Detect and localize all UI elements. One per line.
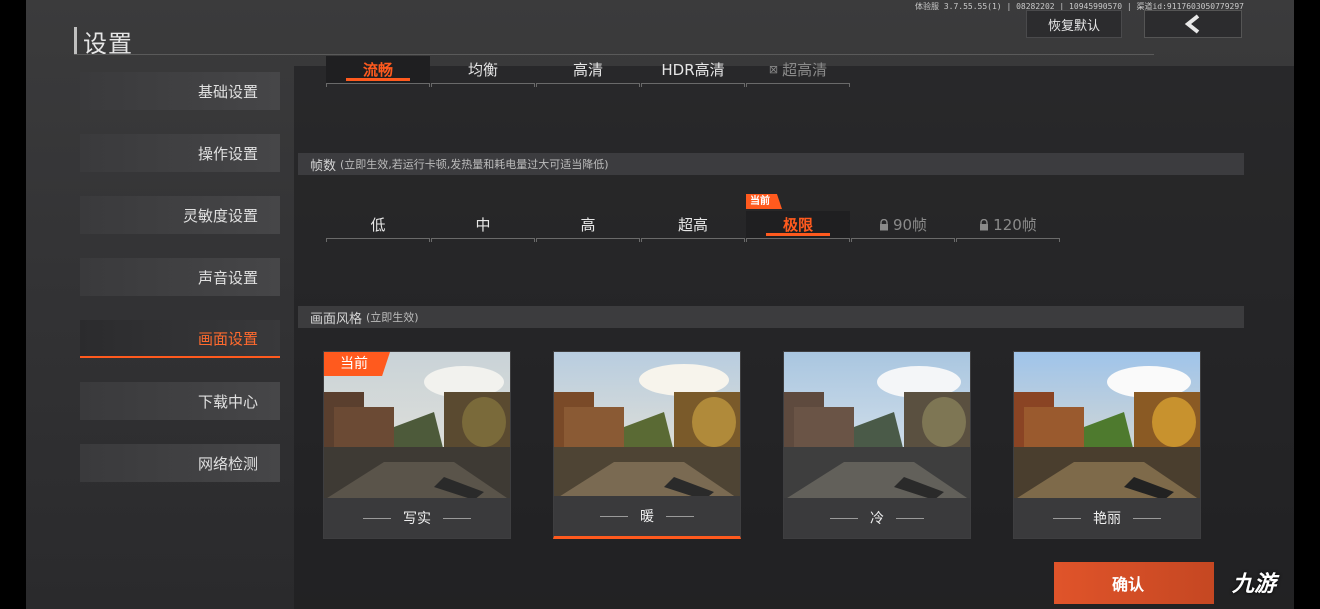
divider [363,517,391,519]
divider [666,515,694,517]
quality-option-ultra[interactable]: ⊠ 超高清 [746,56,850,87]
style-card-label: 冷 [784,498,970,538]
watermark-logo: 九游 [1232,566,1276,598]
divider [896,517,924,519]
style-card-warm[interactable]: 暖 [553,351,741,539]
quality-selector: 流畅 均衡 高清 HDR高清 ⊠ 超高清 [326,56,851,87]
selected-underline [766,233,830,236]
fps-option-label: 中 [475,216,491,234]
fps-option-label: 120帧 [993,216,1037,234]
fps-option-label: 极限 [782,216,813,234]
sidebar: 基础设置 操作设置 灵敏度设置 声音设置 画面设置 下载中心 网络检测 [80,72,280,506]
scene-preview-image [784,352,970,500]
fps-option-low[interactable]: 低 [326,211,430,242]
back-button[interactable] [1144,10,1242,38]
sidebar-item-graphics[interactable]: 画面设置 [80,320,280,358]
fps-option-medium[interactable]: 中 [431,211,535,242]
fps-option-ultra[interactable]: 超高 [641,211,745,242]
quality-option-hdr[interactable]: HDR高清 [641,56,745,87]
sidebar-item-controls[interactable]: 操作设置 [80,134,280,172]
sidebar-item-network[interactable]: 网络检测 [80,444,280,482]
divider [830,517,858,519]
quality-option-label: HDR高清 [661,61,725,79]
confirm-button[interactable]: 确认 [1054,562,1214,604]
style-card-realistic[interactable]: 当前 写实 [323,351,511,539]
sidebar-item-label: 灵敏度设置 [182,206,258,225]
sidebar-item-basic[interactable]: 基础设置 [80,72,280,110]
style-card-name: 冷 [870,511,884,527]
sidebar-item-label: 基础设置 [197,82,258,101]
style-card-name: 艳丽 [1093,511,1121,527]
style-card-label: 写实 [324,498,510,538]
sidebar-item-sensitivity[interactable]: 灵敏度设置 [80,196,280,234]
quality-option-hd[interactable]: 高清 [536,56,640,87]
divider [1133,517,1161,519]
sidebar-item-sound[interactable]: 声音设置 [80,258,280,296]
sidebar-item-download[interactable]: 下载中心 [80,382,280,420]
selected-underline [346,78,410,81]
style-card-vivid[interactable]: 艳丽 [1013,351,1201,539]
fps-section-header: 帧数 (立即生效,若运行卡顿,发热量和耗电量过大可适当降低) [298,153,1244,175]
title-accent-bar [74,27,77,55]
style-subtitle: (立即生效) [366,311,419,324]
sidebar-item-label: 画面设置 [197,329,258,348]
letterbox-right [1294,0,1320,609]
lock-icon [879,218,888,230]
style-card-label: 暖 [554,496,740,536]
lock-icon [980,218,989,230]
current-badge: 当前 [746,194,782,209]
quality-option-balanced[interactable]: 均衡 [431,56,535,87]
fps-option-90[interactable]: 90帧 [851,211,955,242]
back-arrow-icon [1184,14,1200,34]
page-title: 设置 [74,24,133,58]
style-section-header: 画面风格 (立即生效) [298,306,1244,328]
fps-option-120[interactable]: 120帧 [956,211,1060,242]
fps-option-label: 低 [370,216,386,234]
fps-option-label: 高 [580,216,596,234]
graphics-settings-panel: 流畅 均衡 高清 HDR高清 ⊠ 超高清 帧数 (立即生效,若运行卡顿,发热量和耗… [294,56,1294,609]
divider [443,517,471,519]
sidebar-item-label: 网络检测 [197,454,258,473]
style-card-cool[interactable]: 冷 [783,351,971,539]
fps-option-label: 超高 [677,216,708,234]
scene-preview-image [554,352,740,500]
style-card-name: 暖 [640,509,654,525]
fps-selector: 低 中 高 超高 当前 极限 90帧 120帧 [326,194,1061,242]
divider [600,515,628,517]
fps-option-extreme[interactable]: 当前 极限 [746,194,850,242]
quality-option-label: 超高清 [782,61,828,79]
fps-subtitle: (立即生效,若运行卡顿,发热量和耗电量过大可适当降低) [340,158,609,171]
quality-option-smooth[interactable]: 流畅 [326,56,430,87]
style-title: 画面风格 [310,311,363,327]
header-divider [74,54,1154,55]
style-card-label: 艳丽 [1014,498,1200,538]
settings-screen: 设置 体验服 3.7.55.55(1) | 08282202 | 1094599… [26,0,1294,609]
sidebar-item-label: 下载中心 [197,392,258,411]
fps-option-high[interactable]: 高 [536,211,640,242]
scene-preview-image [1014,352,1200,500]
watermark-text: 九游 [1232,572,1277,597]
fps-title: 帧数 [310,158,337,174]
quality-option-label: 高清 [572,61,603,79]
divider [1053,517,1081,519]
fps-option-label: 90帧 [892,216,928,234]
restore-default-button[interactable]: 恢复默认 [1026,10,1122,38]
quality-option-label: 均衡 [467,61,498,79]
quality-option-label: 流畅 [362,61,393,79]
style-card-name: 写实 [403,511,431,527]
sidebar-item-label: 声音设置 [197,268,258,287]
letterbox-left [0,0,26,609]
sidebar-item-label: 操作设置 [197,144,258,163]
current-badge: 当前 [324,352,390,376]
disabled-x-icon: ⊠ [768,63,779,76]
